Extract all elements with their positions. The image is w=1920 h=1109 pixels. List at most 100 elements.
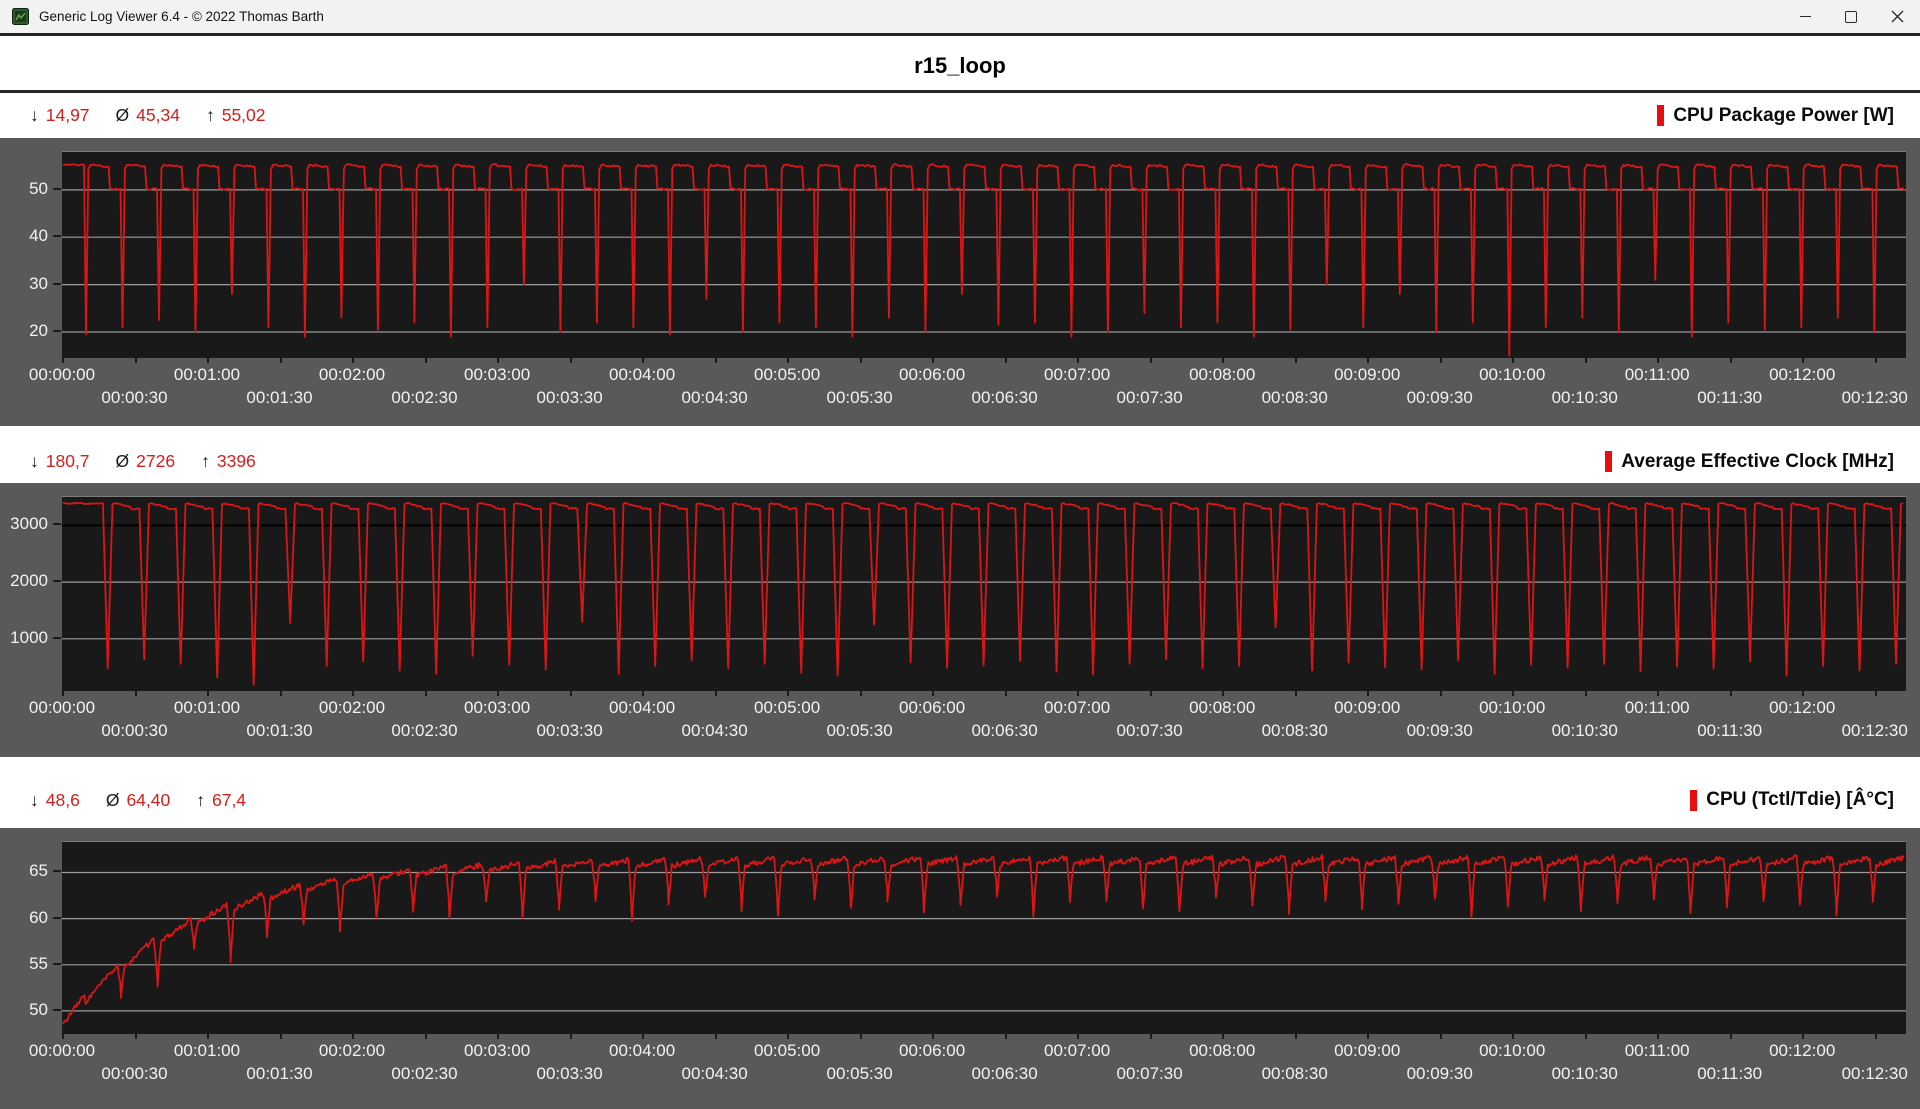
x-axis-tick [1584, 690, 1587, 696]
min-arrow-icon: ↓ [30, 105, 39, 125]
y-axis-label: 3000 [10, 514, 48, 534]
x-axis-label: 00:06:30 [971, 388, 1038, 407]
x-axis-label: 00:09:00 [1334, 698, 1401, 717]
series-color-bar [1657, 105, 1665, 126]
x-axis-label: 00:02:00 [318, 1041, 386, 1060]
window-title: Generic Log Viewer 6.4 - © 2022 Thomas B… [39, 9, 324, 24]
x-axis-tick [1729, 1033, 1732, 1039]
series-legend: CPU (Tctl/Tdie) [Â°C] [1690, 789, 1894, 811]
chart-panel: 1000 2000 3000 00:00:00 00:01:00 00:02:00 00:0… [0, 483, 1920, 757]
y-axis-tick [53, 187, 61, 190]
chart-stats-row: ↓ 48,6 Ø 64,40 ↑ 67,4 CPU (Tctl/Tdie) [Â°C] [0, 772, 1920, 828]
x-axis-label: 00:00:00 [28, 698, 96, 717]
x-axis-label: 00:06:30 [971, 721, 1038, 740]
plot-area[interactable] [62, 496, 1906, 691]
plot-area[interactable] [62, 841, 1906, 1034]
min-arrow-icon: ↓ [30, 451, 39, 471]
x-axis-tick [352, 690, 354, 696]
x-axis-tick [1367, 690, 1370, 696]
x-axis-tick [1874, 1033, 1877, 1039]
x-axis-tick [1657, 1033, 1660, 1039]
maximize-button[interactable] [1828, 0, 1874, 33]
close-button[interactable] [1874, 0, 1920, 33]
x-axis-label: 00:00:30 [101, 388, 168, 407]
x-axis-tick [497, 690, 500, 696]
stat-avg: Ø 45,34 [116, 105, 180, 126]
x-axis-label: 00:11:00 [1624, 1041, 1690, 1060]
page-header: r15_loop [0, 36, 1920, 90]
x-axis-tick [787, 357, 790, 363]
minimize-button[interactable] [1782, 0, 1828, 33]
x-axis-tick [1367, 357, 1370, 363]
x-axis-label: 00:01:00 [173, 1041, 241, 1060]
y-axis-tick [53, 282, 61, 285]
stat-min-value: 48,6 [45, 789, 80, 810]
x-axis-label: 00:08:30 [1261, 721, 1328, 740]
x-axis-label: 00:10:30 [1551, 721, 1618, 740]
x-axis-tick [134, 357, 137, 363]
y-axis-tick [53, 235, 61, 238]
x-axis-tick [1439, 1033, 1442, 1039]
stat-max-value: 55,02 [221, 105, 266, 125]
series-color-bar [1605, 451, 1613, 472]
x-axis-label: 00:05:30 [826, 721, 893, 740]
x-axis-label: 00:05:00 [754, 365, 821, 384]
avg-icon: Ø [105, 789, 120, 810]
x-axis-label: 00:04:30 [681, 1064, 748, 1083]
maximize-icon [1845, 10, 1857, 23]
x-axis-tick [642, 690, 645, 696]
x-axis-label: 00:10:30 [1551, 388, 1618, 407]
x-axis-label: 00:01:30 [246, 388, 313, 407]
y-axis-label: 65 [29, 861, 48, 881]
x-axis-label: 00:12:30 [1841, 1064, 1908, 1083]
x-axis-tick [569, 1033, 572, 1039]
x-axis-label: 00:03:30 [536, 388, 603, 407]
x-axis-tick [279, 690, 282, 696]
x-axis-tick [134, 690, 137, 696]
x-axis-label: 00:12:00 [1769, 1041, 1836, 1060]
plot-area[interactable] [62, 151, 1906, 358]
x-axis-label: 00:10:00 [1479, 1041, 1546, 1060]
x-axis-tick [1294, 357, 1297, 363]
x-axis-label: 00:06:00 [899, 698, 966, 717]
x-axis-tick [642, 357, 645, 363]
x-axis-tick [1802, 690, 1805, 696]
x-axis-label: 00:07:30 [1116, 721, 1183, 740]
x-axis-label: 00:02:30 [391, 1064, 458, 1083]
x-axis-tick [1004, 357, 1007, 363]
max-arrow-icon: ↑ [196, 789, 205, 810]
x-axis-label: 00:12:00 [1769, 698, 1836, 717]
series-line [62, 501, 1904, 686]
x-axis-label: 00:09:00 [1334, 365, 1401, 384]
x-axis-tick [279, 357, 282, 363]
stat-avg-value: 2726 [136, 451, 176, 471]
x-axis-tick [1222, 690, 1225, 696]
max-arrow-icon: ↑ [201, 451, 210, 471]
x-axis-label: 00:00:00 [28, 365, 96, 384]
y-axis-tick [53, 1008, 61, 1011]
x-axis-label: 00:12:30 [1841, 388, 1908, 407]
chart-stats-row: ↓ 180,7 Ø 2726 ↑ 3396 Average Effective Clo… [0, 440, 1920, 483]
x-axis-tick [932, 690, 935, 696]
y-axis-label: 60 [29, 907, 48, 927]
x-axis-tick [1584, 357, 1587, 363]
x-axis-label: 00:00:30 [101, 1064, 168, 1083]
stat-avg: Ø 64,40 [106, 790, 170, 811]
x-axis-tick [642, 1033, 645, 1039]
x-axis-tick [62, 690, 64, 696]
x-axis-tick [1004, 1033, 1007, 1039]
x-axis-label: 00:06:00 [899, 365, 966, 384]
stat-avg-value: 45,34 [136, 105, 180, 125]
x-axis-label: 00:07:00 [1044, 365, 1111, 384]
chart-panel: 20 30 40 50 00:00:00 00:01:00 00:02:00 00:03:00… [0, 138, 1920, 426]
x-axis-label: 00:07:30 [1116, 1064, 1183, 1083]
stat-max: ↑ 55,02 [206, 105, 266, 126]
y-axis-tick [53, 329, 61, 332]
close-icon [1891, 10, 1903, 23]
avg-icon: Ø [115, 451, 130, 471]
chart-stats: ↓ 14,97 Ø 45,34 ↑ 55,02 [30, 105, 266, 126]
series-legend: Average Effective Clock [MHz] [1605, 451, 1894, 473]
min-arrow-icon: ↓ [30, 789, 39, 810]
chart-svg [62, 854, 1906, 1025]
x-axis-label: 00:00:30 [101, 721, 168, 740]
